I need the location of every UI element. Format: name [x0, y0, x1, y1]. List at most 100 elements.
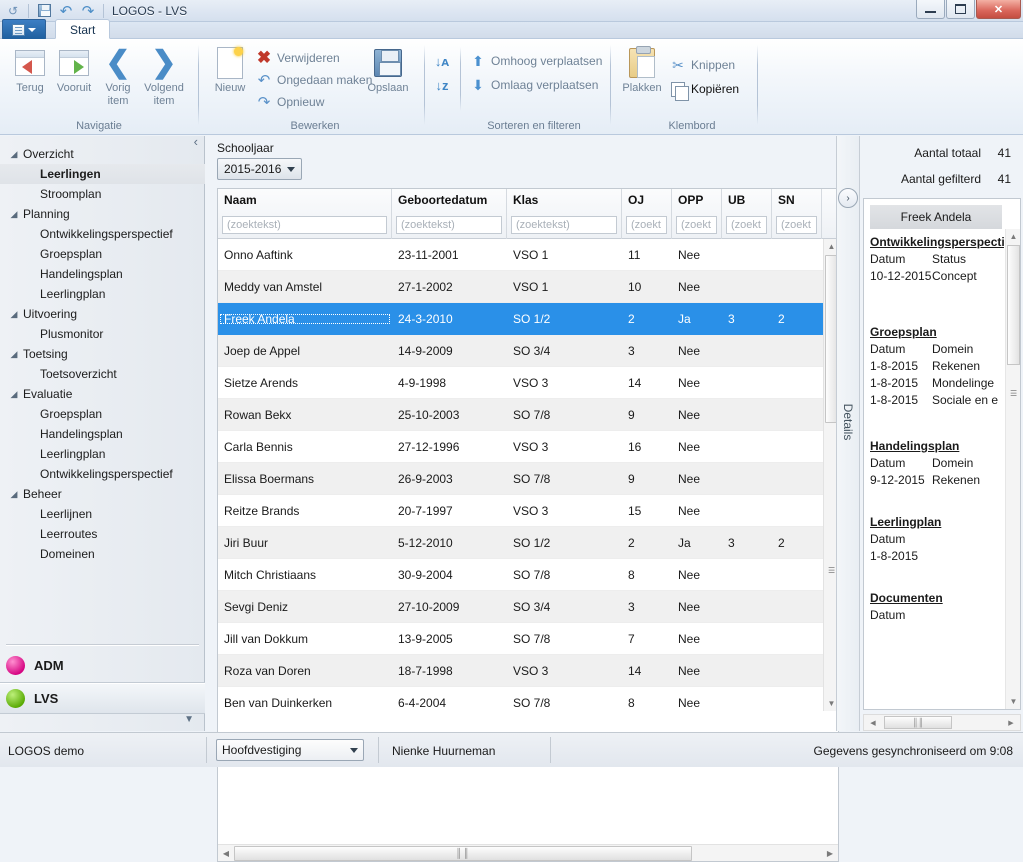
close-button[interactable]: ✕	[976, 0, 1021, 19]
tree-expander-icon[interactable]: ◢	[8, 488, 20, 500]
sidebar-item-uitvoering[interactable]: ◢ Uitvoering	[0, 304, 205, 324]
table-row[interactable]: Meddy van Amstel 27-1-2002 VSO 1 10 Nee	[218, 271, 823, 303]
details-scroll-right-arrow[interactable]: ▶	[1003, 716, 1019, 729]
ribbon-button-verwijderen[interactable]: ✖ Verwijderen	[256, 48, 340, 67]
ribbon-button-kopieren[interactable]: Kopiëren	[670, 81, 739, 101]
ribbon-button-sort-descending[interactable]: ↓ᴢ	[434, 77, 450, 93]
column-filter-input-ub[interactable]: (zoekt	[726, 216, 767, 234]
table-row[interactable]: Freek Andela 24-3-2010 SO 1/2 2 Ja 3 2	[218, 303, 823, 335]
details-scroll-down-arrow[interactable]: ▼	[1006, 694, 1021, 709]
table-row[interactable]: Sevgi Deniz 27-10-2009 SO 3/4 3 Nee	[218, 591, 823, 623]
ribbon-button-knippen[interactable]: ✂ Knippen	[670, 57, 735, 73]
sidebar-item-groepsplan[interactable]: Groepsplan	[0, 404, 205, 424]
sidebar-item-domeinen[interactable]: Domeinen	[0, 544, 205, 564]
sidebar-item-plusmonitor[interactable]: Plusmonitor	[0, 324, 205, 344]
ribbon-button-vooruit[interactable]: Vooruit	[50, 44, 98, 95]
grid-hscroll-thumb[interactable]: ║║	[234, 845, 692, 861]
sidebar-item-planning[interactable]: ◢ Planning	[0, 204, 205, 224]
sidebar-item-leerlingplan[interactable]: Leerlingplan	[0, 284, 205, 304]
ribbon-button-opslaan[interactable]: Opslaan	[364, 44, 412, 95]
sidebar-item-leerlingplan[interactable]: Leerlingplan	[0, 444, 205, 464]
column-filter-input-naam[interactable]: (zoektekst)	[222, 216, 387, 234]
ribbon-button-terug[interactable]: Terug	[6, 44, 54, 95]
ribbon-button-omhoog-verplaatsen[interactable]: ⬆ Omhoog verplaatsen	[470, 53, 602, 69]
column-filter-input-oj[interactable]: (zoekt	[626, 216, 667, 234]
tree-expander-icon[interactable]: ◢	[8, 148, 20, 160]
table-row[interactable]: Ben van Duinkerken 6-4-2004 SO 7/8 8 Nee	[218, 687, 823, 711]
sidebar-item-ontwikkelingsperspectief[interactable]: Ontwikkelingsperspectief	[0, 224, 205, 244]
table-row[interactable]: Jiri Buur 5-12-2010 SO 1/2 2 Ja 3 2	[218, 527, 823, 559]
sidebar-item-leerlijnen[interactable]: Leerlijnen	[0, 504, 205, 524]
details-vscroll-thumb[interactable]	[1007, 245, 1020, 365]
details-panel-tab[interactable]: Details	[836, 136, 860, 731]
table-row[interactable]: Sietze Arends 4-9-1998 VSO 3 14 Nee	[218, 367, 823, 399]
column-filter-input-opp[interactable]: (zoekt	[676, 216, 717, 234]
grid-body[interactable]: Onno Aaftink 23-11-2001 VSO 1 11 Nee Meddy va…	[218, 239, 823, 711]
save-icon[interactable]	[35, 2, 53, 20]
table-row[interactable]: Joep de Appel 14-9-2009 SO 3/4 3 Nee	[218, 335, 823, 367]
window-controls[interactable]: ✕	[915, 0, 1021, 19]
scroll-left-arrow[interactable]: ◀	[218, 846, 234, 861]
column-header-geboortedatum[interactable]: Geboortedatum (zoektekst)	[392, 189, 507, 239]
sidebar-item-handelingsplan[interactable]: Handelingsplan	[0, 424, 205, 444]
ribbon-button-volgend-item[interactable]: ❯ Volgend item	[140, 44, 188, 108]
sidebar-item-groepsplan[interactable]: Groepsplan	[0, 244, 205, 264]
sidebar-module-adm[interactable]: ADM	[0, 649, 205, 681]
column-filter-input-sn[interactable]: (zoekt	[776, 216, 817, 234]
ribbon-button-opnieuw[interactable]: ↷ Opnieuw	[256, 94, 325, 111]
details-expand-button[interactable]: ›	[838, 188, 858, 208]
sidebar-more-button[interactable]: ▼	[184, 714, 194, 725]
scroll-right-arrow[interactable]: ▶	[822, 846, 838, 861]
sidebar-item-leerlingen[interactable]: Leerlingen	[0, 164, 205, 184]
table-row[interactable]: Carla Bennis 27-12-1996 VSO 3 16 Nee	[218, 431, 823, 463]
sidebar-item-stroomplan[interactable]: Stroomplan	[0, 184, 205, 204]
column-header-opp[interactable]: OPP (zoekt	[672, 189, 722, 239]
sidebar-item-toetsing[interactable]: ◢ Toetsing	[0, 344, 205, 364]
details-scroll-up-arrow[interactable]: ▲	[1006, 229, 1021, 244]
column-header-naam[interactable]: Naam (zoektekst)	[218, 189, 392, 239]
table-row[interactable]: Onno Aaftink 23-11-2001 VSO 1 11 Nee	[218, 239, 823, 271]
minimize-button[interactable]	[916, 0, 945, 19]
grid-horizontal-scrollbar[interactable]: ◀ ║║ ▶	[218, 844, 838, 861]
tree-expander-icon[interactable]: ◢	[8, 388, 20, 400]
sidebar-item-beheer[interactable]: ◢ Beheer	[0, 484, 205, 504]
column-header-klas[interactable]: Klas (zoektekst)	[507, 189, 622, 239]
sidebar-module-lvs[interactable]: LVS	[0, 682, 205, 714]
tab-start[interactable]: Start	[55, 19, 111, 39]
sidebar-item-toetsoverzicht[interactable]: Toetsoverzicht	[0, 364, 205, 384]
details-vertical-scrollbar[interactable]: ▲ ▼ ☰	[1005, 229, 1020, 709]
table-row[interactable]: Roza van Doren 18-7-1998 VSO 3 14 Nee	[218, 655, 823, 687]
tree-expander-icon[interactable]: ◢	[8, 308, 20, 320]
sidebar-item-handelingsplan[interactable]: Handelingsplan	[0, 264, 205, 284]
column-header-sn[interactable]: SN (zoekt	[772, 189, 822, 239]
sidebar-item-evaluatie[interactable]: ◢ Evaluatie	[0, 384, 205, 404]
details-hscroll-thumb[interactable]: ║║	[884, 716, 952, 729]
redo-icon[interactable]: ↷	[79, 2, 97, 20]
column-filter-input-klas[interactable]: (zoektekst)	[511, 216, 617, 234]
ribbon-button-nieuw[interactable]: Nieuw	[206, 44, 254, 95]
table-row[interactable]: Mitch Christiaans 30-9-2004 SO 7/8 8 Nee	[218, 559, 823, 591]
details-scroll-left-arrow[interactable]: ◀	[865, 716, 881, 729]
location-dropdown[interactable]: Hoofdvestiging	[216, 739, 364, 761]
table-row[interactable]: Elissa Boermans 26-9-2003 SO 7/8 9 Nee	[218, 463, 823, 495]
maximize-button[interactable]	[946, 0, 975, 19]
column-header-oj[interactable]: OJ (zoekt	[622, 189, 672, 239]
schooljaar-dropdown[interactable]: 2015-2016	[217, 158, 302, 180]
table-row[interactable]: Jill van Dokkum 13-9-2005 SO 7/8 7 Nee	[218, 623, 823, 655]
undo-icon[interactable]: ↶	[57, 2, 75, 20]
table-row[interactable]: Rowan Bekx 25-10-2003 SO 7/8 9 Nee	[218, 399, 823, 431]
history-icon[interactable]: ↺	[4, 2, 22, 20]
sidebar-item-ontwikkelingsperspectief[interactable]: Ontwikkelingsperspectief	[0, 464, 205, 484]
ribbon-button-sort-ascending[interactable]: ↓ᴀ	[434, 53, 450, 69]
column-filter-input-geboortedatum[interactable]: (zoektekst)	[396, 216, 502, 234]
table-row[interactable]: Reitze Brands 20-7-1997 VSO 3 15 Nee	[218, 495, 823, 527]
ribbon-button-plakken[interactable]: Plakken	[618, 44, 666, 95]
navigation-tree[interactable]: ◢ Overzicht Leerlingen Stroomplan ◢ Planning O…	[0, 144, 205, 639]
ribbon-button-ongedaan-maken[interactable]: ↶ Ongedaan maken	[256, 72, 373, 89]
ribbon-button-omlaag-verplaatsen[interactable]: ⬇ Omlaag verplaatsen	[470, 77, 598, 93]
ribbon-button-vorig-item[interactable]: ❮ Vorig item	[94, 44, 142, 108]
sidebar-item-leerroutes[interactable]: Leerroutes	[0, 524, 205, 544]
sidebar-item-overzicht[interactable]: ◢ Overzicht	[0, 144, 205, 164]
application-menu-button[interactable]	[2, 19, 46, 40]
details-horizontal-scrollbar[interactable]: ◀ ║║ ▶	[863, 714, 1021, 731]
